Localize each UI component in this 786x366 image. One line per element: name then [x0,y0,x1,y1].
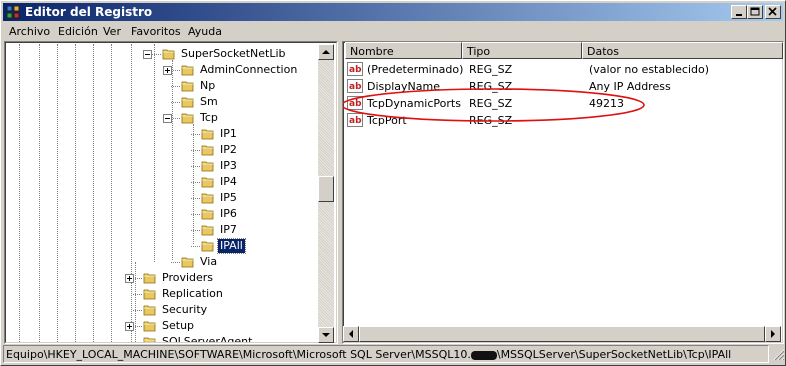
tree-item-label: Security [162,303,208,316]
menu-bar: Archivo Edición Ver Favoritos Ayuda [3,22,783,40]
expand-plus-icon[interactable] [125,322,134,331]
tree-scroll-thumb[interactable] [318,176,334,202]
folder-icon [181,113,194,124]
tree-item[interactable]: SuperSocketNetLib [7,46,317,62]
folder-icon [143,321,156,332]
folder-icon [201,145,214,156]
maximize-button[interactable] [747,5,763,19]
highlight-ellipse [343,88,645,122]
tree-item-label: IP7 [220,223,237,236]
tree-item[interactable]: Sm [7,94,317,110]
tree-item-label: Via [200,255,218,268]
status-path-start: Equipo\HKEY_LOCAL_MACHINE\SOFTWARE\Micro… [6,348,471,361]
list-scroll-right-button[interactable] [765,326,781,342]
tree-item-label: IP3 [220,159,237,172]
folder-icon [201,129,214,140]
tree-item-label: Replication [162,287,223,300]
expand-plus-icon[interactable] [163,66,172,75]
tree-item[interactable]: IPAll [7,238,317,254]
tree-item-label: IP1 [220,127,237,140]
menu-edicion[interactable]: Edición [58,25,98,38]
folder-icon [143,273,156,284]
menu-archivo[interactable]: Archivo [9,25,50,38]
tree-item-label: IPAll [217,238,246,254]
tree-item[interactable]: Security [7,302,317,318]
folder-icon [201,209,214,220]
folder-icon [201,193,214,204]
key-tree-pane: SuperSocketNetLib AdminConnection Np Sm Tcp I… [4,41,338,344]
list-scroll-thumb[interactable] [359,326,765,342]
folder-icon [181,65,194,76]
red-ellipse-annotation [343,88,645,122]
collapse-minus-icon[interactable] [163,114,172,123]
menu-ver[interactable]: Ver [103,25,121,38]
tree-item-label: AdminConnection [200,63,298,76]
close-icon [768,7,777,16]
tree-item[interactable]: AdminConnection [7,62,317,78]
tree-item-label: IP6 [220,207,237,220]
resize-grip-icon[interactable] [771,347,785,361]
tree-item[interactable]: Setup [7,318,317,334]
registry-editor-window: Editor del Registro Archivo Edición Ver … [0,0,786,366]
tree-item-label: IP5 [220,191,237,204]
minimize-icon [736,14,742,16]
window-title: Editor del Registro [25,5,153,19]
status-bar: Equipo\HKEY_LOCAL_MACHINE\SOFTWARE\Micro… [3,345,769,363]
folder-icon [201,177,214,188]
tree-item[interactable]: IP7 [7,222,317,238]
tree-item-label: IP2 [220,143,237,156]
tree-item[interactable]: Tcp [7,110,317,126]
tree-item[interactable]: Providers [7,270,317,286]
tree-item[interactable]: IP4 [7,174,317,190]
folder-icon [201,161,214,172]
folder-icon [162,49,175,60]
tree-item[interactable]: Np [7,78,317,94]
folder-icon [181,97,194,108]
folder-icon [201,225,214,236]
redacted-instance-name [470,350,497,360]
tree-item-label: Np [200,79,216,92]
tree-scroll-down-button[interactable] [318,327,334,343]
tree-item[interactable]: Replication [7,286,317,302]
tree-item-label: Providers [162,271,214,284]
folder-icon [181,257,194,268]
folder-icon [143,337,156,342]
tree-item-label: Sm [200,95,218,108]
tree-item[interactable]: IP2 [7,142,317,158]
tree-item-label: SQLServerAgent [162,335,253,342]
title-bar[interactable]: Editor del Registro [3,3,783,21]
tree-item[interactable]: IP5 [7,190,317,206]
arrow-left-icon [349,330,353,338]
folder-icon [201,241,214,252]
folder-icon [143,289,156,300]
status-path-end: \MSSQLServer\SuperSocketNetLib\Tcp\IPAll [496,348,732,361]
arrow-right-icon [771,330,775,338]
expand-plus-icon[interactable] [125,274,134,283]
arrow-down-icon [322,333,330,337]
menu-ayuda[interactable]: Ayuda [188,25,222,38]
close-button[interactable] [765,5,781,19]
maximize-icon [750,7,760,16]
tree-item[interactable]: IP6 [7,206,317,222]
minimize-button[interactable] [731,5,747,19]
tree-item[interactable]: Via [7,254,317,270]
tree-item-label: IP4 [220,175,237,188]
menu-favoritos[interactable]: Favoritos [131,25,181,38]
collapse-minus-icon[interactable] [143,50,152,59]
folder-icon [181,81,194,92]
tree-item-label: Tcp [200,111,218,124]
folder-icon [143,305,156,316]
registry-editor-icon [6,5,20,19]
tree-item-label: SuperSocketNetLib [181,47,286,60]
tree-item[interactable]: IP3 [7,158,317,174]
key-tree: SuperSocketNetLib AdminConnection Np Sm Tcp I… [7,44,319,342]
list-scroll-left-button[interactable] [343,326,359,342]
tree-item[interactable]: SQLServerAgent [7,334,317,342]
tree-item[interactable]: IP1 [7,126,317,142]
arrow-up-icon [322,50,330,54]
tree-scroll-up-button[interactable] [318,44,334,60]
tree-item-label: Setup [162,319,195,332]
values-pane: Nombre Tipo Datos ab (Predeterminado) REG_… [342,41,784,344]
